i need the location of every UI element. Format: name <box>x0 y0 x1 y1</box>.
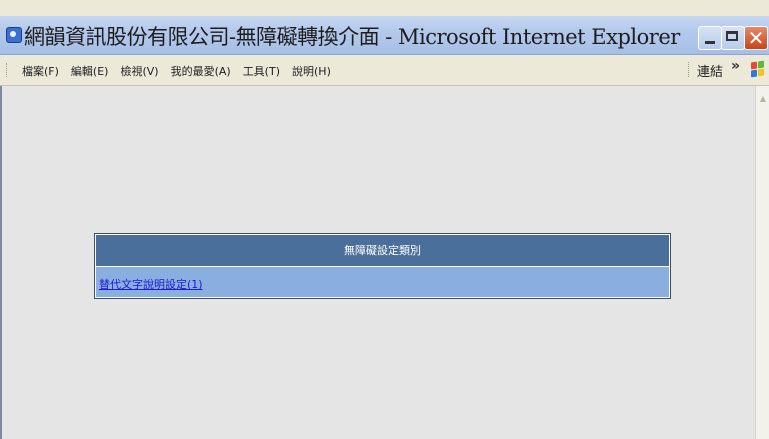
close-button[interactable]: ✕ <box>744 26 768 50</box>
window-title: 網韻資訊股份有限公司-無障礙轉換介面 - Microsoft Internet … <box>24 25 680 49</box>
minimize-button[interactable] <box>698 26 722 50</box>
menu-tools[interactable]: 工具(T) <box>243 63 280 79</box>
menu-favorites[interactable]: 我的最愛(A) <box>171 63 231 79</box>
close-icon: ✕ <box>747 26 765 50</box>
links-toolbar-label[interactable]: 連結 <box>697 61 723 80</box>
accessibility-settings-table: 無障礙設定類別 替代文字說明設定(1) <box>94 233 671 299</box>
maximize-button[interactable] <box>721 26 745 50</box>
windows-logo-icon <box>750 60 764 78</box>
menu-file[interactable]: 檔案(F) <box>22 63 59 79</box>
menu-bar: 檔案(F) 編輯(E) 檢視(V) 我的最愛(A) 工具(T) 說明(H) 連結… <box>0 55 769 86</box>
menu-grip[interactable] <box>6 63 9 77</box>
scroll-up-arrow-icon[interactable]: ▲ <box>757 93 769 105</box>
title-bar[interactable]: 網韻資訊股份有限公司-無障礙轉換介面 - Microsoft Internet … <box>0 16 769 55</box>
table-header: 無障礙設定類別 <box>96 235 669 266</box>
vertical-scrollbar[interactable]: ▲ <box>755 86 769 439</box>
browser-window: 網韻資訊股份有限公司-無障礙轉換介面 - Microsoft Internet … <box>0 0 769 439</box>
alt-text-settings-link[interactable]: 替代文字說明設定(1) <box>99 276 203 292</box>
menu-items: 檔案(F) 編輯(E) 檢視(V) 我的最愛(A) 工具(T) 說明(H) <box>22 63 331 79</box>
menu-help[interactable]: 說明(H) <box>292 63 331 79</box>
table-row: 替代文字說明設定(1) <box>96 267 669 297</box>
links-grip[interactable] <box>688 62 691 77</box>
chevron-icon[interactable]: » <box>731 58 740 74</box>
menu-edit[interactable]: 編輯(E) <box>71 63 109 79</box>
ie-page-icon[interactable] <box>6 27 22 43</box>
menu-view[interactable]: 檢視(V) <box>120 63 158 79</box>
